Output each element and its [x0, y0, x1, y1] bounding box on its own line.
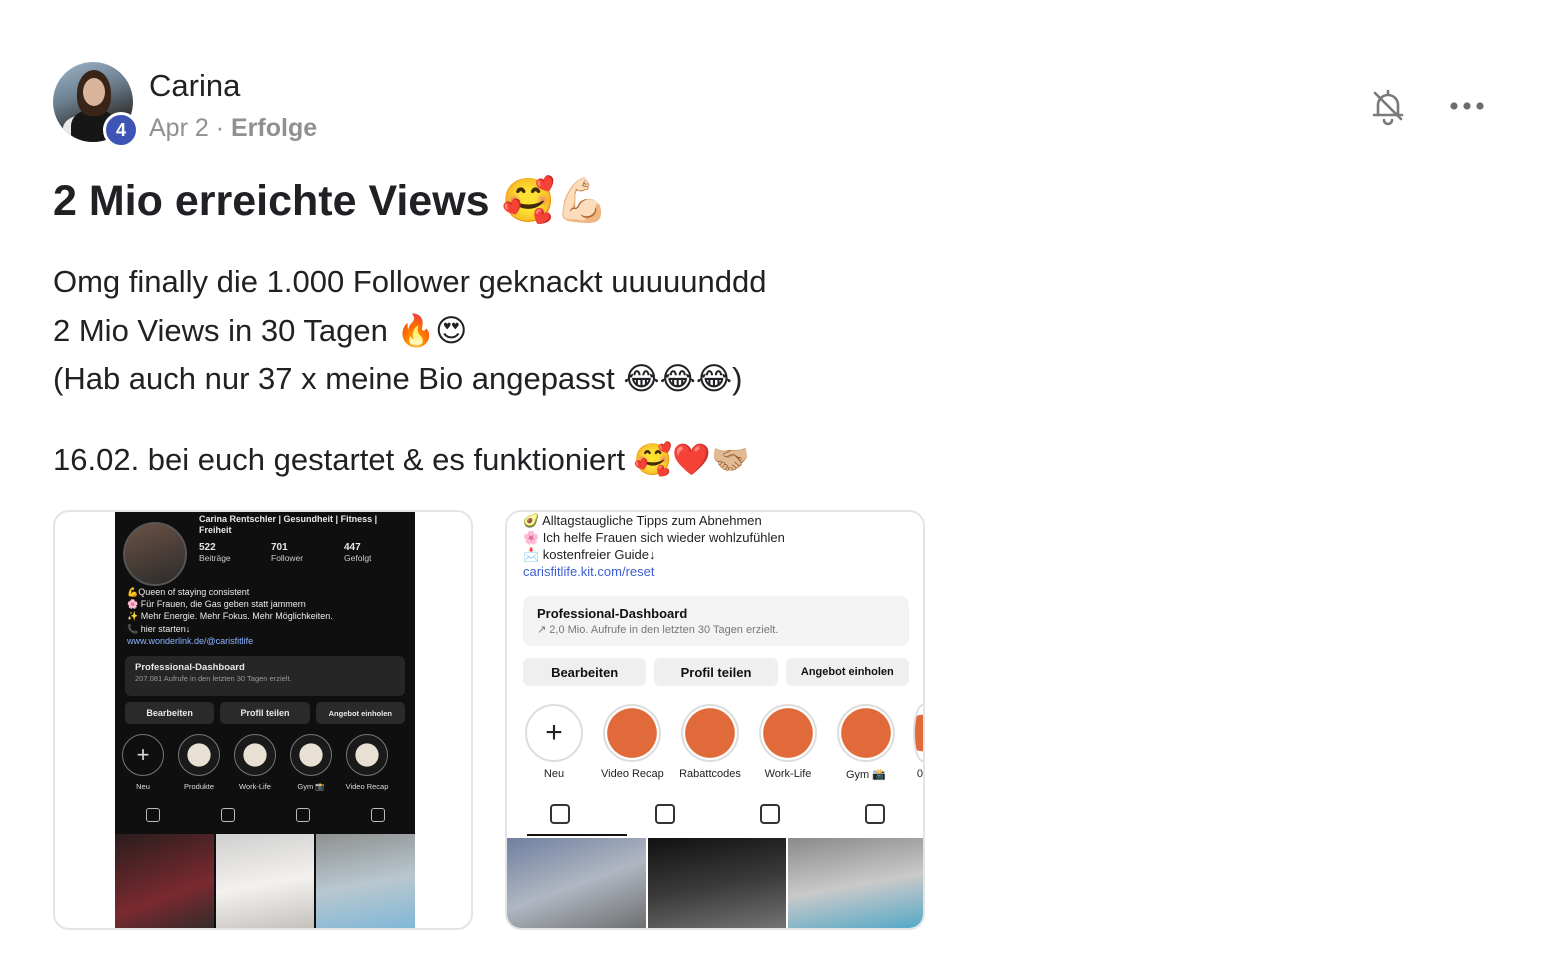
post-line: Omg finally die 1.000 Follower geknackt …: [53, 264, 767, 299]
profile-buttons: Bearbeiten Profil teilen Angebot einhole…: [523, 658, 909, 686]
meta-separator: ·: [215, 114, 225, 142]
stat-posts: 522 Beiträge: [199, 542, 231, 563]
profile-buttons: Bearbeiten Profil teilen Angebot einhole…: [125, 702, 405, 724]
professional-dashboard: Professional-Dashboard ↗ 2,0 Mio. Aufruf…: [523, 596, 909, 646]
post-line: 2 Mio Views in 30 Tagen 🔥😍: [53, 312, 468, 348]
more-options-icon[interactable]: [1446, 90, 1490, 122]
attachment-image-1[interactable]: Carina Rentschler | Gesundheit | Fitness…: [53, 510, 473, 930]
profile-tabs: [115, 808, 415, 822]
author-name[interactable]: Carina: [149, 68, 240, 104]
post-category[interactable]: Erfolge: [231, 114, 317, 142]
story-highlights: + Neu Produkte Work-Life Gym 📸 Video Reca…: [121, 734, 389, 791]
active-tab-indicator: [527, 834, 627, 836]
instagram-profile-dark: Carina Rentschler | Gesundheit | Fitness…: [115, 512, 415, 928]
instagram-profile-light: 🥑 Alltagstaugliche Tipps zum Abnehmen 🌸 …: [507, 512, 923, 928]
post-card: 4 Carina Apr 2 · Erfolge 2 Mio erreichte…: [0, 0, 1567, 957]
profile-link: www.wonderlink.de/@carisfitlife: [127, 635, 254, 646]
stat-followers: 701 Follower: [271, 542, 304, 563]
post-line: (Hab auch nur 37 x meine Bio angepasst 😂…: [53, 361, 743, 396]
profile-link: carisfitlife.kit.com/reset: [523, 564, 655, 579]
post-grid: [115, 834, 415, 928]
story-highlights: + Neu Video Recap Rabattcodes Work-Life G…: [523, 704, 923, 781]
bell-off-icon[interactable]: [1366, 84, 1410, 128]
profile-bio: 💪Queen of staying consistent 🌸 Für Fraue…: [127, 587, 333, 646]
author-avatar[interactable]: 4: [53, 62, 139, 148]
attachment-image-2[interactable]: 🥑 Alltagstaugliche Tipps zum Abnehmen 🌸 …: [505, 510, 925, 930]
post-grid: [507, 838, 923, 928]
profile-picture: [123, 522, 187, 586]
post-title: 2 Mio erreichte Views 🥰💪🏻: [53, 177, 609, 225]
stat-following: 447 Gefolgt: [344, 542, 372, 563]
post-date: Apr 2: [149, 114, 209, 142]
post-line: 16.02. bei euch gestartet & es funktioni…: [53, 441, 750, 477]
post-meta: Apr 2 · Erfolge: [149, 114, 317, 143]
profile-tabs: [507, 804, 923, 824]
post-body: Omg finally die 1.000 Follower geknackt …: [53, 258, 766, 484]
profile-bio: 🥑 Alltagstaugliche Tipps zum Abnehmen 🌸 …: [523, 513, 785, 579]
level-badge: 4: [103, 112, 139, 148]
profile-name: Carina Rentschler | Gesundheit | Fitness…: [199, 514, 378, 535]
professional-dashboard: Professional-Dashboard 207.081 Aufrufe i…: [125, 656, 405, 696]
